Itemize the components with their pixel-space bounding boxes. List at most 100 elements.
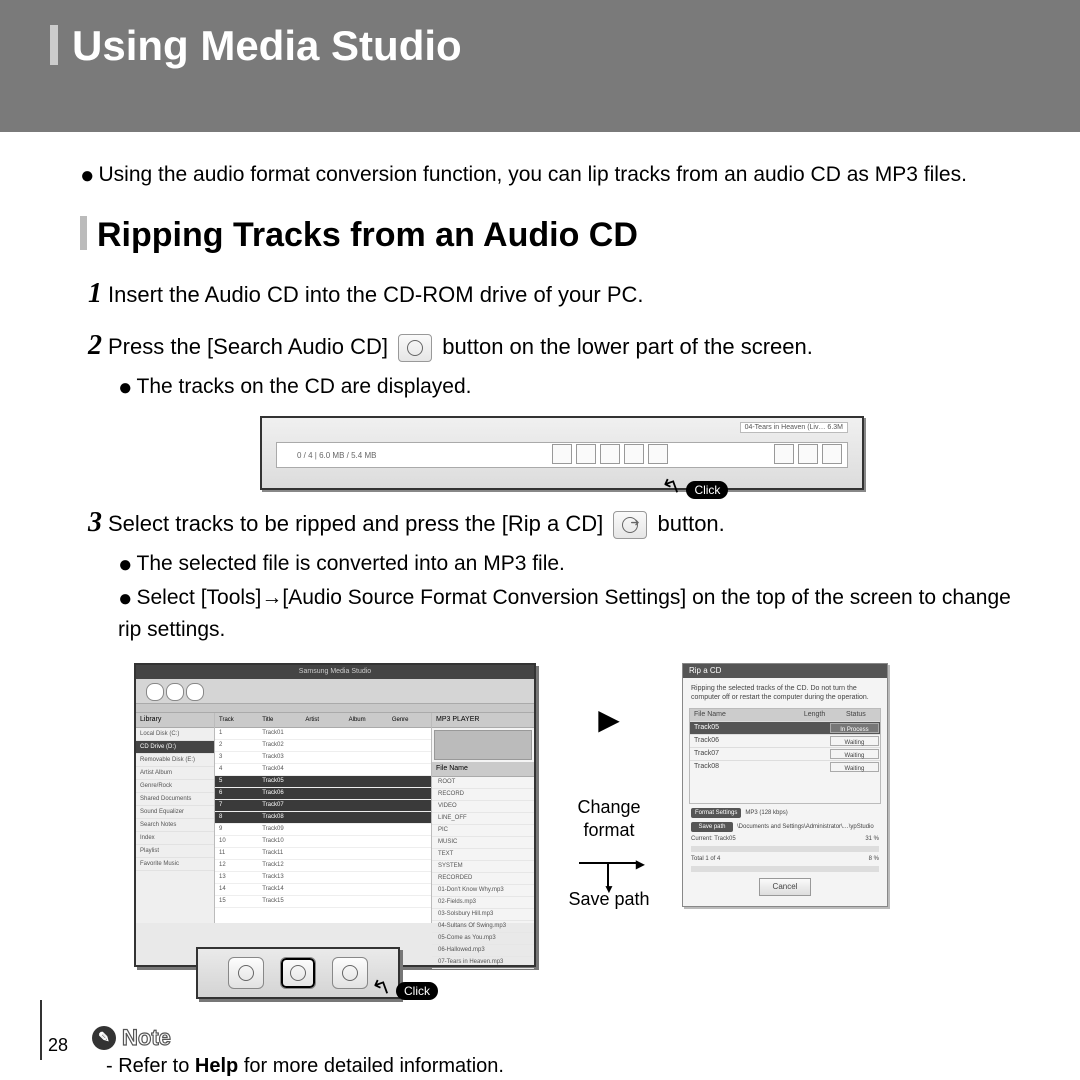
step-3-sub2-text: Select [Tools]→[Audio Source Format Conv…: [118, 586, 1011, 642]
track-row: 7Track07: [215, 800, 431, 812]
note-heading: ✎ Note: [92, 1025, 1020, 1051]
track-row: 15Track15: [215, 896, 431, 908]
cancel-button[interactable]: Cancel: [759, 878, 811, 896]
step-3: 3Select tracks to be ripped and press th…: [88, 504, 1020, 542]
app-breadcrumb-bar: [136, 704, 534, 713]
dialog-format-field: Format Settings MP3 (128 kbps): [691, 808, 879, 818]
left-panel-item: Local Disk (C:): [136, 728, 214, 741]
rip-dialog-screenshot: Rip a CD Ripping the selected tracks of …: [682, 663, 888, 907]
track-table-header: TrackTitleArtistAlbumGenre: [215, 713, 431, 728]
track-row: 2Track02: [215, 740, 431, 752]
app-toolbar: [136, 679, 534, 704]
intro-text: Using the audio format conversion functi…: [99, 163, 967, 186]
toolbar-screenshot: 04-Tears in Heaven (Liv… 6.3M 0 / 4 | 6.…: [260, 416, 864, 490]
page-margin-rule: [40, 1000, 42, 1060]
dialog-track-table: File NameLengthStatus Track05In ProcessT…: [689, 708, 881, 804]
device-filelist-header: File Name: [432, 762, 534, 777]
title-accent-bar: [50, 25, 58, 65]
page-title: Using Media Studio: [50, 22, 1030, 70]
left-panel-item: Artist Album: [136, 767, 214, 780]
device-file-row: RECORD: [432, 789, 534, 801]
bottom-click-callout: ↰Click: [372, 975, 438, 1001]
dialog-title: Rip a CD: [683, 664, 887, 678]
tool-button-icon: [332, 957, 368, 989]
track-row: 10Track10: [215, 836, 431, 848]
note-text: - Refer to Help for more detailed inform…: [106, 1055, 1020, 1078]
bullet-dot-icon: ●: [80, 162, 95, 189]
step-2-text-post: button on the lower part of the screen.: [442, 334, 813, 359]
section-accent-bar: [80, 216, 87, 250]
note-block: ✎ Note - Refer to Help for more detailed…: [92, 1025, 1020, 1078]
note-pencil-icon: ✎: [92, 1026, 116, 1050]
toolbar-button-icon: [186, 683, 204, 701]
device-file-row: SYSTEM: [432, 861, 534, 873]
dialog-track-row: Track06Waiting: [690, 734, 880, 747]
toolbar-button-icon: [146, 683, 164, 701]
track-row: 8Track08: [215, 812, 431, 824]
cursor-icon: ↰: [368, 972, 394, 1003]
progress-bar-icon: [691, 866, 879, 872]
toolbar-button-icon: [166, 683, 184, 701]
save-path-label: Save path: [691, 822, 733, 832]
left-panel-item: Search Notes: [136, 819, 214, 832]
toolbar-click-callout: ↰Click: [662, 474, 728, 500]
step-3-sub-1: ●The selected file is converted into an …: [118, 548, 1020, 582]
progress-bar-icon: [691, 846, 879, 852]
app-left-panel: Library Local Disk (C:)CD Drive (D:)Remo…: [136, 713, 215, 923]
device-file-row: 06-Hallowed.mp3: [432, 945, 534, 957]
section-title-text: Ripping Tracks from an Audio CD: [97, 216, 638, 254]
device-file-row: MUSIC: [432, 837, 534, 849]
app-track-table: TrackTitleArtistAlbumGenre 1Track012Trac…: [215, 713, 432, 923]
figures-row: Samsung Media Studio Library Local Disk …: [134, 663, 1020, 967]
device-file-row: TEXT: [432, 849, 534, 861]
left-panel-item: Shared Documents: [136, 793, 214, 806]
toolbar-right-icons: [774, 444, 842, 464]
change-format-label: Change format: [554, 796, 664, 843]
device-panel-header: MP3 PLAYER: [432, 713, 534, 728]
step-1-number: 1: [88, 278, 102, 309]
track-row: 5Track05: [215, 776, 431, 788]
step-2-sub-text: The tracks on the CD are displayed.: [137, 375, 472, 398]
page-header: Using Media Studio: [0, 0, 1080, 132]
step-3-text-pre: Select tracks to be ripped and press the…: [108, 511, 603, 536]
rip-cd-icon: [613, 511, 647, 539]
format-settings-label: Format Settings: [691, 808, 741, 818]
save-path-value: \Documents and Settings\Administrator\…\…: [737, 824, 874, 830]
track-row: 4Track04: [215, 764, 431, 776]
step-2-sub: ●The tracks on the CD are displayed.: [118, 371, 1020, 405]
track-row: 12Track12: [215, 860, 431, 872]
note-label: Note: [122, 1025, 171, 1051]
intro-line: ●Using the audio format conversion funct…: [80, 162, 1020, 190]
dialog-track-row: Track08Waiting: [690, 760, 880, 773]
left-panel-item: CD Drive (D:): [136, 741, 214, 754]
bottom-tool-strip: ↰Click: [196, 947, 400, 999]
left-panel-item: Removable Disk (E:): [136, 754, 214, 767]
step-1: 1Insert the Audio CD into the CD-ROM dri…: [88, 275, 1020, 313]
page-number: 28: [48, 1035, 68, 1056]
cursor-icon: ↰: [658, 472, 684, 503]
left-panel-item: Sound Equalizer: [136, 806, 214, 819]
toolbar-header-item: 04-Tears in Heaven (Liv… 6.3M: [740, 422, 848, 433]
device-file-row: LINE_OFF: [432, 813, 534, 825]
step-3-sub-2: ●Select [Tools]→[Audio Source Format Con…: [118, 582, 1020, 645]
bullet-dot-icon: ●: [118, 374, 133, 401]
step-3-number: 3: [88, 507, 102, 538]
device-file-row: 04-Sultans Of Swing.mp3: [432, 921, 534, 933]
click-label: Click: [396, 982, 438, 1000]
track-row: 3Track03: [215, 752, 431, 764]
device-file-row: VIDEO: [432, 801, 534, 813]
step-2-number: 2: [88, 330, 102, 361]
dialog-track-row: Track07Waiting: [690, 747, 880, 760]
rip-cd-button-icon: [280, 957, 316, 989]
track-row: 13Track13: [215, 872, 431, 884]
dialog-track-row: Track05In Process: [690, 721, 880, 734]
device-image-icon: [434, 730, 532, 760]
dialog-total-progress: Total 1 of 48 %: [691, 856, 879, 862]
click-label: Click: [686, 481, 728, 499]
section-title: Ripping Tracks from an Audio CD: [80, 216, 1020, 255]
toolbar-status-text: 0 / 4 | 6.0 MB / 5.4 MB: [297, 451, 376, 460]
left-panel-header: Library: [136, 713, 214, 728]
track-row: 11Track11: [215, 848, 431, 860]
app-titlebar: Samsung Media Studio: [136, 665, 534, 679]
format-settings-value: MP3 (128 kbps): [745, 810, 787, 816]
